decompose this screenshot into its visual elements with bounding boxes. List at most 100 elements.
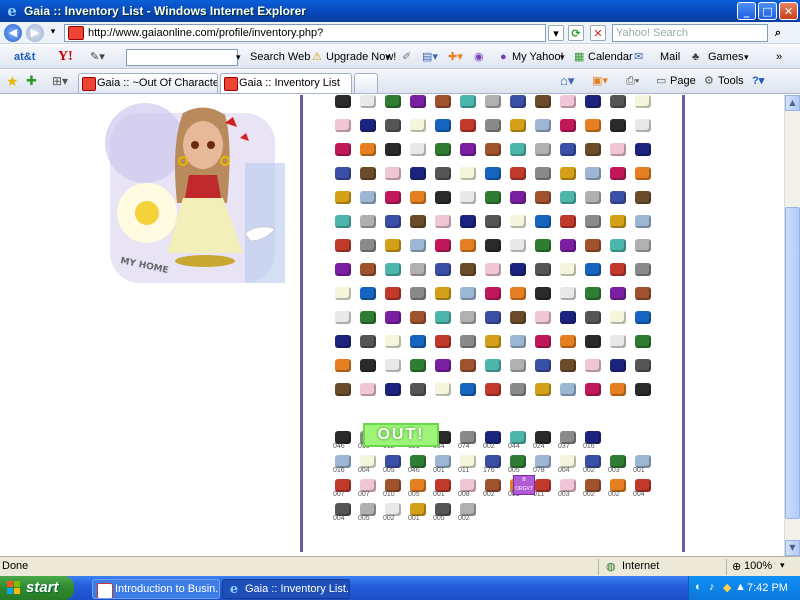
inventory-item[interactable]: 004 — [558, 453, 578, 474]
tab-out-of-character[interactable]: Gaia :: ~Out Of Character~ — [78, 73, 218, 93]
inventory-item[interactable] — [358, 189, 378, 207]
yahoo-logo[interactable]: Y! — [58, 49, 73, 65]
inventory-item[interactable] — [483, 285, 503, 303]
inventory-item[interactable] — [408, 189, 428, 207]
inventory-item[interactable] — [458, 141, 478, 159]
inventory-item[interactable] — [383, 95, 403, 111]
inventory-item[interactable] — [358, 117, 378, 135]
inventory-item[interactable] — [333, 309, 353, 327]
inventory-item[interactable]: 002 — [583, 453, 603, 474]
inventory-item[interactable]: 002 — [583, 477, 603, 498]
home-icon[interactable]: ⌂▾ — [560, 73, 574, 89]
inventory-item[interactable] — [508, 285, 528, 303]
inventory-item[interactable] — [633, 95, 653, 111]
inventory-item[interactable]: 010 — [383, 477, 403, 498]
scroll-up-arrow-icon[interactable]: ▲ — [785, 95, 800, 111]
inventory-item[interactable] — [408, 261, 428, 279]
inventory-item[interactable] — [383, 381, 403, 399]
inventory-item[interactable] — [383, 285, 403, 303]
inventory-item[interactable]: 005 — [433, 501, 453, 522]
inventory-item[interactable] — [458, 237, 478, 255]
toolbar-options-icon[interactable]: » — [776, 49, 782, 65]
inventory-item[interactable] — [383, 333, 403, 351]
inventory-item[interactable] — [408, 237, 428, 255]
inventory-item[interactable] — [383, 261, 403, 279]
inventory-item[interactable]: 003 — [608, 453, 628, 474]
feeds-icon[interactable]: ▣▾ — [592, 73, 608, 89]
inventory-item[interactable]: 004 — [358, 453, 378, 474]
inventory-item[interactable] — [408, 381, 428, 399]
stop-button[interactable]: ✕ — [590, 25, 606, 41]
inventory-item[interactable] — [558, 333, 578, 351]
inventory-item[interactable]: 016 — [333, 453, 353, 474]
inventory-item[interactable] — [333, 95, 353, 111]
tools-menu-button[interactable]: Tools — [718, 73, 744, 89]
maximize-button[interactable]: □ — [758, 2, 777, 20]
inventory-item[interactable] — [358, 141, 378, 159]
inventory-item[interactable] — [533, 309, 553, 327]
inventory-item[interactable]: 005 — [408, 477, 428, 498]
inventory-item[interactable] — [558, 189, 578, 207]
inventory-item[interactable] — [583, 189, 603, 207]
favorites-star-icon[interactable]: ★ — [6, 73, 19, 89]
inventory-item[interactable] — [358, 95, 378, 111]
highlight-icon[interactable]: ✐ — [402, 49, 411, 65]
inventory-item[interactable] — [483, 237, 503, 255]
calendar-button[interactable]: Calendar — [588, 49, 633, 65]
inventory-item[interactable]: 074 — [458, 429, 478, 450]
inventory-item[interactable] — [433, 333, 453, 351]
inventory-item[interactable] — [333, 213, 353, 231]
inventory-item[interactable] — [608, 357, 628, 375]
outfit-sign-item[interactable]: OUT! — [363, 423, 439, 447]
inventory-item[interactable] — [508, 141, 528, 159]
inventory-item[interactable]: 024 — [533, 429, 553, 450]
inventory-item[interactable]: 016 — [583, 429, 603, 450]
taskbar-item-introduction[interactable]: Introduction to Busin... — [92, 579, 220, 599]
inventory-item[interactable] — [408, 309, 428, 327]
tray-volume-icon[interactable]: ♪ — [709, 581, 715, 593]
inventory-item[interactable] — [583, 261, 603, 279]
search-icon[interactable]: ⌕ — [770, 25, 786, 41]
inventory-item[interactable] — [433, 381, 453, 399]
inventory-item[interactable] — [458, 333, 478, 351]
inventory-item[interactable] — [558, 213, 578, 231]
inventory-item[interactable]: 046 — [408, 453, 428, 474]
inventory-item[interactable] — [608, 141, 628, 159]
inventory-item[interactable] — [358, 333, 378, 351]
inventory-item[interactable] — [358, 285, 378, 303]
inventory-item[interactable] — [583, 381, 603, 399]
inventory-item[interactable] — [508, 95, 528, 111]
special-item-label[interactable]: B ORGVT — [513, 475, 535, 495]
inventory-item[interactable] — [533, 261, 553, 279]
inventory-item[interactable]: 005 — [358, 501, 378, 522]
inventory-item[interactable] — [533, 165, 553, 183]
inventory-item[interactable]: 004 — [333, 501, 353, 522]
inventory-item[interactable] — [458, 309, 478, 327]
tray-alert-icon[interactable]: ◆ — [723, 581, 731, 594]
inventory-item[interactable]: 002 — [608, 477, 628, 498]
inventory-item[interactable]: 002 — [483, 429, 503, 450]
games-button[interactable]: Games — [708, 49, 743, 65]
inventory-item[interactable] — [533, 357, 553, 375]
scroll-down-arrow-icon[interactable]: ▼ — [785, 540, 800, 556]
inventory-item[interactable] — [433, 261, 453, 279]
inventory-item[interactable] — [508, 213, 528, 231]
inventory-item[interactable]: 002 — [383, 501, 403, 522]
taskbar-item-inventory[interactable]: e Gaia :: Inventory List... — [222, 579, 350, 599]
inventory-item[interactable] — [583, 95, 603, 111]
inventory-item[interactable]: 007 — [358, 477, 378, 498]
inventory-item[interactable] — [533, 141, 553, 159]
start-button[interactable]: start — [0, 576, 74, 600]
inventory-item[interactable] — [458, 189, 478, 207]
inventory-item[interactable] — [383, 357, 403, 375]
inventory-item[interactable] — [408, 95, 428, 111]
inventory-item[interactable] — [483, 117, 503, 135]
inventory-item[interactable]: 001 — [433, 453, 453, 474]
inventory-item[interactable] — [633, 117, 653, 135]
inventory-item[interactable] — [383, 141, 403, 159]
inventory-item[interactable] — [433, 95, 453, 111]
inventory-item[interactable] — [408, 165, 428, 183]
inventory-item[interactable] — [483, 141, 503, 159]
inventory-item[interactable]: 007 — [333, 477, 353, 498]
yahoo-search-input[interactable]: Yahoo! Search — [612, 24, 768, 42]
